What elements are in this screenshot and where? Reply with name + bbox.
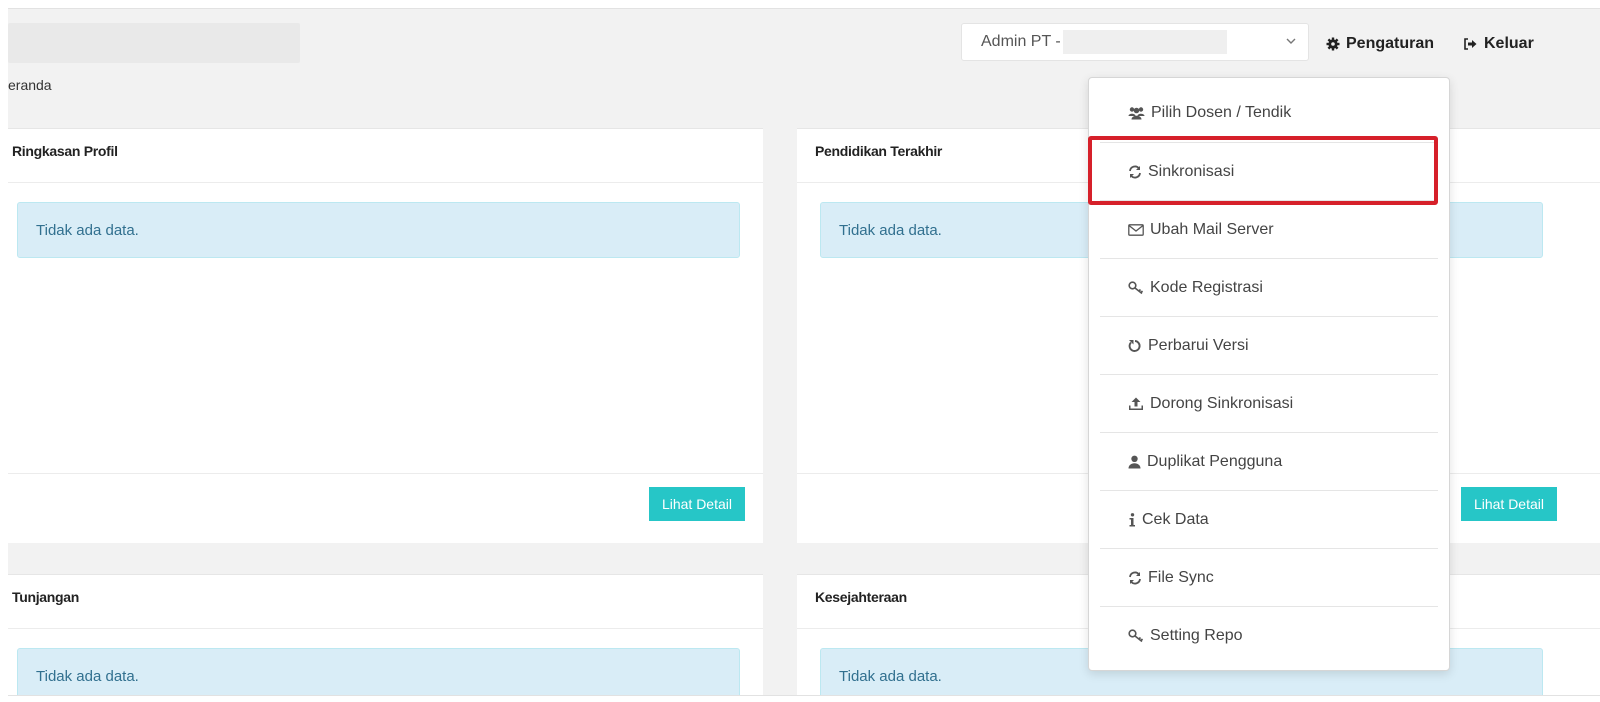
rotate-icon	[1128, 340, 1141, 352]
menu-item-kode-registrasi[interactable]: Kode Registrasi	[1100, 259, 1438, 317]
card-title: Ringkasan Profil	[8, 129, 763, 183]
menu-item-dorong-sinkronisasi[interactable]: Dorong Sinkronisasi	[1100, 375, 1438, 433]
menu-item-label: Perbarui Versi	[1148, 337, 1249, 354]
menu-item-pilih-dosen[interactable]: Pilih Dosen / Tendik	[1100, 84, 1438, 142]
page-title-redacted	[8, 23, 300, 63]
settings-button[interactable]: Pengaturan	[1326, 35, 1434, 53]
menu-item-cek-data[interactable]: Cek Data	[1100, 491, 1438, 549]
refresh-icon	[1129, 571, 1141, 585]
key-icon	[1128, 281, 1144, 295]
menu-item-label: Pilih Dosen / Tendik	[1151, 104, 1292, 121]
card-footer: Lihat Detail	[8, 473, 763, 544]
role-name-redacted	[1062, 30, 1227, 54]
menu-item-sinkronisasi[interactable]: Sinkronisasi	[1100, 143, 1438, 201]
menu-item-perbarui-versi[interactable]: Perbarui Versi	[1100, 317, 1438, 375]
chevron-down-icon	[1286, 38, 1296, 44]
menu-item-ubah-mail-server[interactable]: Ubah Mail Server	[1100, 201, 1438, 259]
logout-label: Keluar	[1484, 35, 1534, 52]
role-select[interactable]: Admin PT -	[961, 23, 1309, 61]
user-icon	[1128, 455, 1141, 469]
menu-item-label: File Sync	[1148, 569, 1214, 586]
menu-item-duplikat-pengguna[interactable]: Duplikat Pengguna	[1100, 433, 1438, 491]
role-select-value: Admin PT -	[981, 33, 1061, 50]
menu-item-label: Duplikat Pengguna	[1147, 453, 1283, 470]
envelope-icon	[1128, 224, 1144, 236]
sign-out-icon	[1464, 38, 1477, 50]
menu-item-label: Ubah Mail Server	[1150, 221, 1274, 238]
menu-item-label: Cek Data	[1142, 511, 1209, 528]
empty-data-alert: Tidak ada data.	[17, 202, 740, 258]
logout-button[interactable]: Keluar	[1463, 35, 1534, 53]
allowance-card: Tunjangan Tidak ada data.	[8, 574, 763, 695]
info-icon	[1129, 513, 1135, 527]
menu-item-label: Setting Repo	[1150, 627, 1243, 644]
refresh-icon	[1129, 165, 1141, 179]
menu-item-label: Kode Registrasi	[1150, 279, 1263, 296]
settings-label: Pengaturan	[1346, 35, 1435, 52]
gear-icon	[1326, 37, 1340, 51]
menu-item-setting-repo[interactable]: Setting Repo	[1100, 607, 1438, 665]
upload-icon	[1129, 397, 1143, 410]
app-frame: eranda Admin PT - Pengaturan Keluar Ring…	[8, 8, 1600, 696]
menu-item-file-sync[interactable]: File Sync	[1100, 549, 1438, 607]
empty-data-alert: Tidak ada data.	[17, 648, 740, 695]
view-detail-button[interactable]: Lihat Detail	[1460, 487, 1557, 521]
card-title: Tunjangan	[8, 575, 763, 629]
key-icon	[1128, 629, 1144, 643]
settings-dropdown-menu: Pilih Dosen / Tendik Sinkronisasi Ubah M…	[1088, 77, 1450, 671]
view-detail-button[interactable]: Lihat Detail	[648, 487, 745, 521]
breadcrumb[interactable]: eranda	[8, 77, 52, 93]
users-icon	[1128, 107, 1145, 120]
profile-summary-card: Ringkasan Profil Tidak ada data. Lihat D…	[8, 128, 763, 543]
menu-item-label: Dorong Sinkronisasi	[1150, 395, 1294, 412]
menu-item-label: Sinkronisasi	[1148, 163, 1235, 180]
